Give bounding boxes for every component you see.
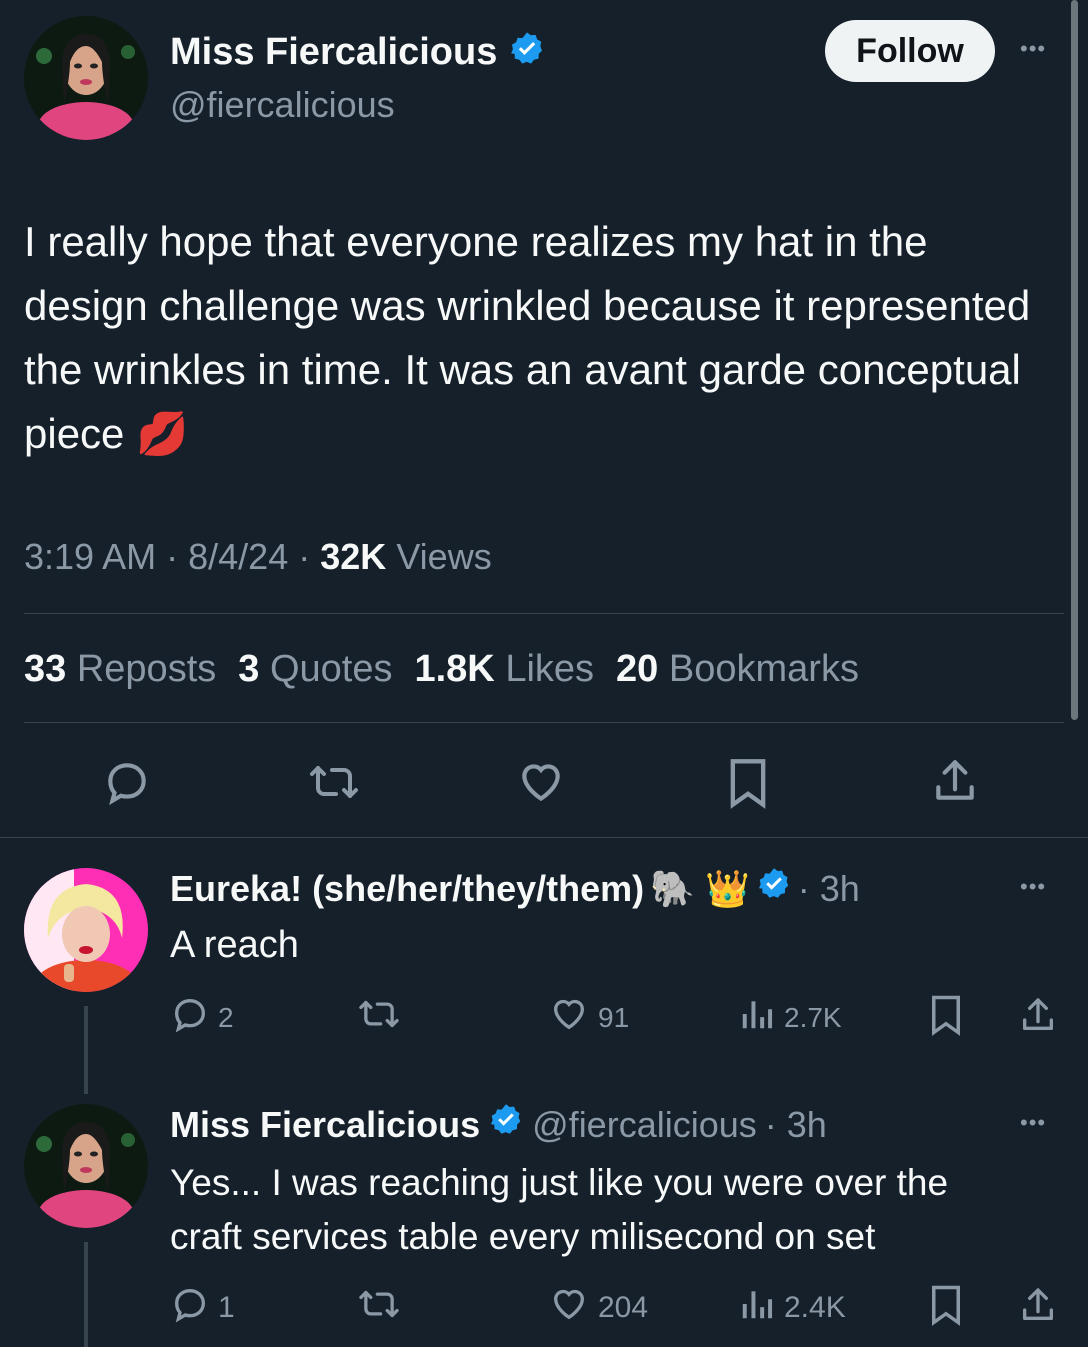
views-count: 2.7K (784, 1001, 842, 1033)
reply-text-line: Yes... I was reaching just like you were… (170, 1162, 949, 1203)
likes-count: 1.8K (414, 648, 495, 690)
author-name[interactable]: Miss Fiercalicious (170, 30, 546, 78)
share-button[interactable] (1018, 994, 1058, 1043)
thread-line (84, 1006, 88, 1094)
tweet-date[interactable]: 8/4/24 (188, 536, 288, 577)
reply-button[interactable]: 1 (170, 1284, 235, 1332)
reply-text: A reach (170, 924, 299, 966)
author-handle[interactable]: @fiercalicious (170, 84, 395, 126)
like-count: 204 (598, 1291, 649, 1324)
like-icon[interactable] (515, 757, 567, 807)
meta-separator: · (298, 536, 311, 577)
like-icon (548, 994, 590, 1041)
likes-label: Likes (505, 648, 595, 690)
quotes-label: Quotes (269, 648, 393, 690)
scrollbar[interactable] (1071, 0, 1078, 720)
reply-icon (170, 994, 210, 1041)
thread-line (84, 1242, 88, 1347)
reply-icon (170, 1284, 210, 1332)
reply-count: 2 (218, 1001, 234, 1033)
more-icon[interactable]: ••• (1020, 1112, 1046, 1134)
reply-author-name[interactable]: Eureka! (she/her/they/them) (170, 868, 644, 910)
reply-icon[interactable] (102, 757, 152, 807)
reply-count: 1 (218, 1291, 235, 1324)
reply-text-line: craft services table every milisecond on… (170, 1216, 876, 1257)
reply-text: Yes... I was reaching just like you were… (170, 1156, 948, 1264)
reply-header: Miss Fiercalicious @fiercalicious · 3h (170, 1102, 827, 1147)
like-icon (548, 1284, 590, 1332)
verified-badge-icon (488, 1102, 524, 1147)
bookmarks-label: Bookmarks (668, 648, 859, 690)
reply-avatar[interactable] (24, 868, 148, 992)
views-button[interactable]: 2.4K (738, 1284, 846, 1332)
reposts-label: Reposts (76, 648, 217, 690)
quotes-stat[interactable]: 3 Quotes (238, 648, 392, 691)
like-button[interactable]: 204 (548, 1284, 648, 1332)
views-icon (738, 994, 776, 1041)
divider (0, 837, 1088, 838)
tweet-text: I really hope that everyone realizes my … (24, 210, 1054, 466)
reply-actions: 2 91 2.7K (170, 994, 1070, 1038)
views-icon (738, 1284, 776, 1332)
author-avatar[interactable] (24, 16, 148, 140)
tweet-time[interactable]: 3:19 AM (24, 536, 156, 577)
repost-icon (356, 1000, 402, 1040)
repost-icon (356, 1290, 402, 1331)
more-icon[interactable]: ••• (1020, 876, 1046, 898)
name-emojis: 🐘 👑 (650, 867, 750, 909)
repost-button[interactable] (356, 1284, 402, 1332)
bookmark-button[interactable] (928, 1284, 964, 1334)
divider (24, 722, 1064, 723)
reply-button[interactable]: 2 (170, 994, 234, 1041)
share-button[interactable] (1018, 1284, 1058, 1334)
author-name-text[interactable]: Miss Fiercalicious (170, 31, 497, 73)
reply-actions: 1 204 2.4K (170, 1284, 1070, 1328)
bookmark-button[interactable] (928, 994, 964, 1043)
reposts-count: 33 (24, 648, 67, 690)
divider (24, 613, 1064, 614)
follow-button[interactable]: Follow (825, 20, 995, 82)
views-count: 2.4K (784, 1291, 846, 1324)
more-icon[interactable]: ••• (1020, 38, 1046, 60)
tweet-meta: 3:19 AM · 8/4/24 · 32K Views (24, 536, 492, 578)
engagement-stats: 33 Reposts 3 Quotes 1.8K Likes 20 Bookma… (24, 648, 859, 691)
bookmark-icon (928, 1285, 964, 1333)
bookmark-icon (928, 995, 964, 1042)
reply-handle[interactable]: @fiercalicious (532, 1104, 757, 1146)
reply-header: Eureka! (she/her/they/them) 🐘 👑 · 3h (170, 866, 860, 911)
kiss-mark-emoji: 💋 (136, 410, 189, 457)
bookmarks-count: 20 (616, 648, 659, 690)
views-label: Views (396, 536, 492, 577)
share-icon (1018, 1288, 1058, 1333)
share-icon (1018, 998, 1058, 1042)
views-button[interactable]: 2.7K (738, 994, 842, 1041)
reply-avatar[interactable] (24, 1104, 148, 1228)
verified-badge-icon (508, 30, 546, 78)
verified-badge-icon (756, 866, 792, 911)
reply-author-name[interactable]: Miss Fiercalicious (170, 1104, 480, 1146)
bookmark-icon[interactable] (726, 757, 770, 809)
reposts-stat[interactable]: 33 Reposts (24, 648, 216, 691)
like-button[interactable]: 91 (548, 994, 629, 1041)
quotes-count: 3 (238, 648, 260, 690)
reply-age[interactable]: · 3h (765, 1104, 827, 1146)
share-icon[interactable] (930, 755, 980, 807)
meta-separator: · (166, 536, 179, 577)
like-count: 91 (598, 1001, 630, 1033)
reply-age[interactable]: · 3h (798, 868, 860, 910)
likes-stat[interactable]: 1.8K Likes (414, 648, 594, 691)
repost-icon[interactable] (306, 757, 362, 807)
views-count: 32K (320, 536, 387, 577)
bookmarks-stat[interactable]: 20 Bookmarks (616, 648, 859, 691)
repost-button[interactable] (356, 994, 402, 1041)
